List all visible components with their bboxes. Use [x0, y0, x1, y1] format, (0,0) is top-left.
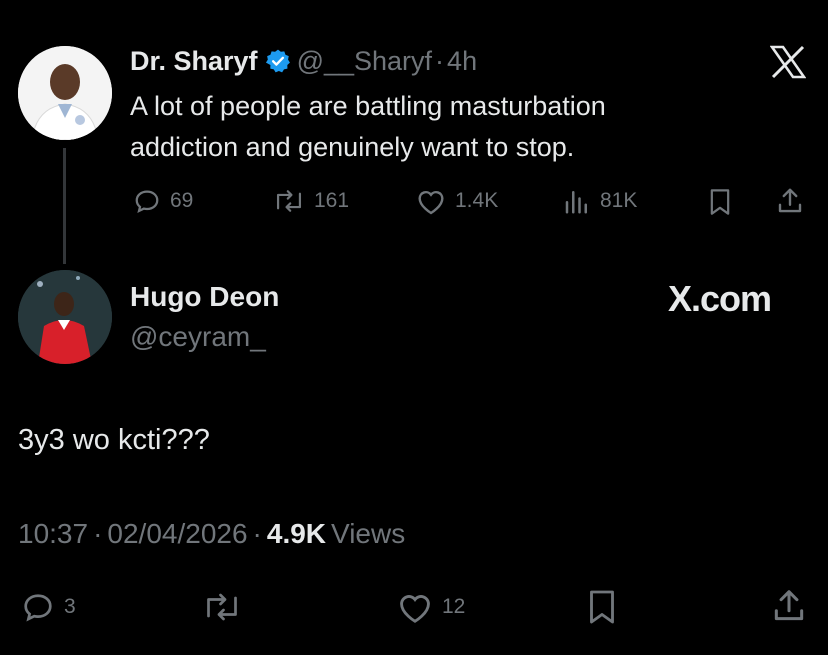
- reply-views-label: Views: [331, 518, 406, 549]
- views-icon: [565, 191, 587, 214]
- reply-tweet-text: 3y3 wo kcti???: [18, 424, 210, 456]
- reply-date[interactable]: 02/04/2026: [107, 518, 247, 550]
- quoted-author-avatar[interactable]: [18, 46, 112, 140]
- x-com-watermark: X.com: [668, 278, 772, 319]
- quoted-author-handle[interactable]: @__Sharyf: [297, 46, 432, 77]
- quoted-repost-button[interactable]: 161: [272, 186, 349, 216]
- reply-icon: [135, 190, 159, 214]
- quoted-like-count: 1.4K: [455, 189, 499, 212]
- reply-views-count: 4.9K: [266, 518, 327, 549]
- quoted-views-count: 81K: [600, 189, 638, 212]
- reply-like-count: 12: [442, 595, 466, 618]
- quoted-bookmark-button[interactable]: [707, 188, 733, 221]
- thread-connector-line: [63, 148, 66, 264]
- meta-separator: ·: [93, 518, 103, 549]
- quoted-share-button[interactable]: [775, 186, 805, 221]
- quoted-timestamp[interactable]: 4h: [447, 46, 477, 77]
- quoted-like-button[interactable]: 1.4K: [415, 186, 498, 216]
- share-icon: [774, 590, 804, 621]
- reply-reply-button[interactable]: 3: [20, 589, 76, 625]
- like-icon: [400, 595, 430, 623]
- repost-icon: [276, 190, 302, 212]
- quoted-text-line-1: A lot of people are battling masturbatio…: [130, 91, 606, 121]
- reply-like-button[interactable]: 12: [396, 589, 465, 625]
- reply-time[interactable]: 10:37: [18, 518, 88, 550]
- reply-author-avatar[interactable]: [18, 270, 112, 364]
- bookmark-icon: [710, 189, 730, 215]
- quoted-tweet-text: A lot of people are battling masturbatio…: [130, 86, 606, 168]
- share-icon: [778, 188, 802, 213]
- quoted-author-name[interactable]: Dr. Sharyf: [130, 46, 258, 77]
- footballer-portrait-image: [18, 270, 112, 364]
- verified-badge-icon: [265, 48, 291, 74]
- reply-icon: [24, 594, 52, 622]
- quoted-reply-count: 69: [170, 189, 194, 212]
- reply-metadata: 10:37 · 02/04/2026 · 4.9K Views: [18, 518, 405, 550]
- x-logo-icon[interactable]: [769, 45, 807, 84]
- reply-repost-button[interactable]: [200, 589, 244, 630]
- doctor-portrait-image: [18, 46, 112, 140]
- meta-separator: ·: [252, 518, 262, 549]
- quoted-repost-count: 161: [314, 189, 350, 212]
- reply-author-handle[interactable]: @ceyram_: [130, 321, 266, 353]
- reply-bookmark-button[interactable]: [586, 589, 618, 630]
- quoted-header: Dr. Sharyf @__Sharyf · 4h: [130, 44, 477, 78]
- quoted-text-line-2: addiction and genuinely want to stop.: [130, 132, 575, 162]
- reply-reply-count: 3: [64, 595, 76, 618]
- quoted-views-button[interactable]: 81K: [562, 186, 637, 216]
- quoted-reply-button[interactable]: 69: [132, 186, 193, 216]
- repost-icon: [207, 593, 237, 621]
- reply-author-name[interactable]: Hugo Deon: [130, 281, 279, 313]
- header-separator: ·: [435, 45, 445, 76]
- bookmark-icon: [590, 590, 614, 624]
- reply-share-button[interactable]: [770, 587, 808, 630]
- like-icon: [418, 190, 444, 215]
